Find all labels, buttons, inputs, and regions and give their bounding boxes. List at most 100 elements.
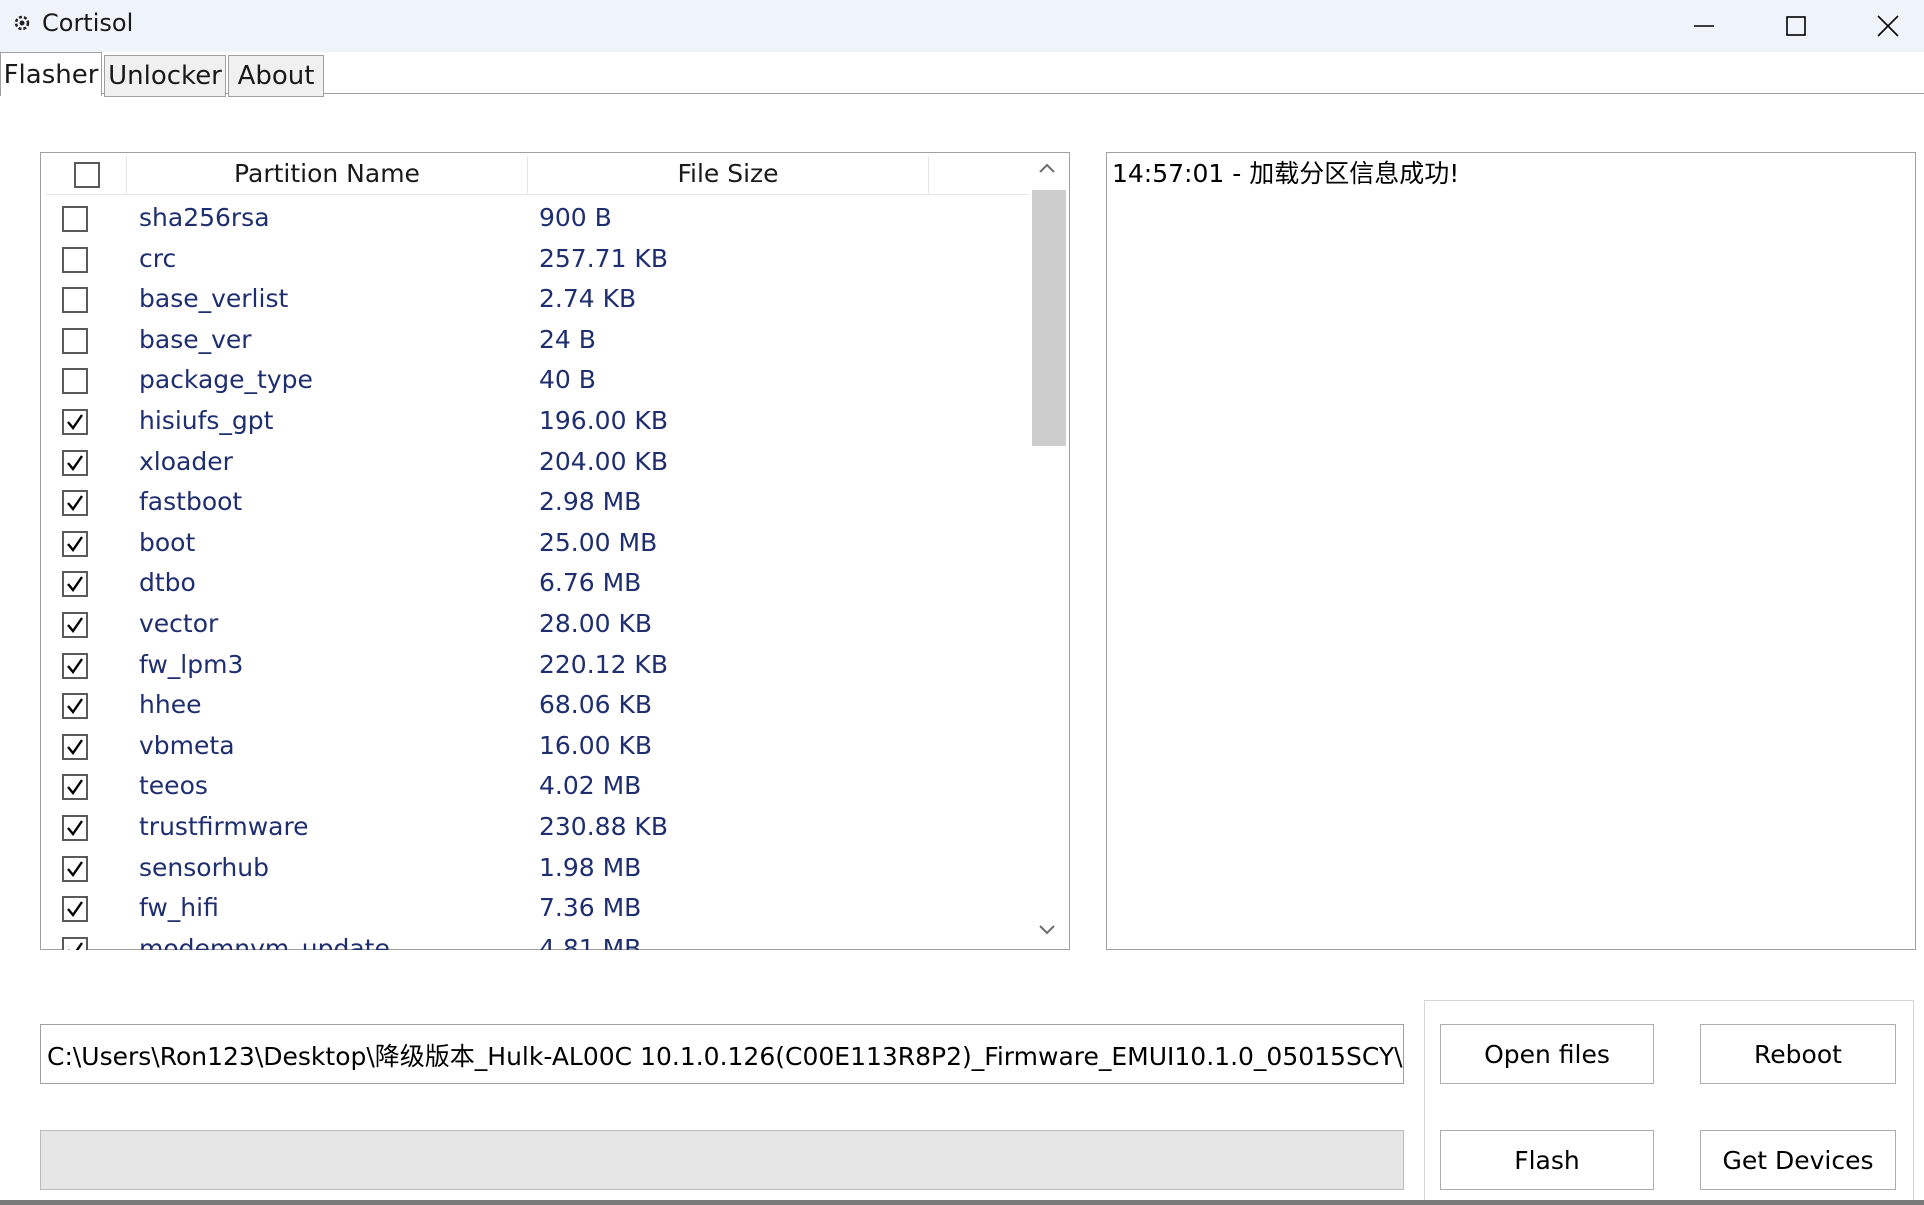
partition-name: crc [139,243,177,273]
maximize-button[interactable] [1750,0,1842,52]
checkmark-icon [67,536,83,552]
partition-row[interactable]: base_ver 24 B [40,323,1030,359]
partition-name: teeos [139,771,208,801]
partition-row[interactable]: crc 257.71 KB [40,242,1030,278]
tab-flasher[interactable]: Flasher [0,52,102,96]
chevron-up-icon[interactable] [1036,160,1058,180]
partition-checkbox[interactable] [62,936,88,950]
partition-name: vector [139,609,219,638]
partition-row[interactable]: vector 28.00 KB [40,607,1030,643]
partition-name: boot [139,527,196,557]
partition-row[interactable]: dtbo 6.76 MB [40,566,1030,602]
get-devices-button[interactable]: Get Devices [1700,1130,1896,1190]
partition-rows: sha256rsa 900 B crc 257.71 KB base_verlist 2.… [40,194,1030,950]
flash-button[interactable]: Flash [1440,1130,1654,1190]
partition-row[interactable]: hhee 68.06 KB [40,688,1030,724]
column-header-file-size[interactable]: File Size [528,152,928,194]
scrollbar-thumb[interactable] [1032,190,1066,446]
partition-checkbox[interactable] [62,774,88,801]
partition-checkbox[interactable] [62,693,88,720]
partition-name: fastboot [139,487,243,517]
partition-file-size: 900 B [539,203,612,232]
checkmark-icon [67,454,83,471]
partition-row[interactable]: fw_lpm3 220.12 KB [40,648,1030,684]
partition-name: dtbo [139,568,196,598]
column-header-partition-name[interactable]: Partition Name [127,152,527,194]
partition-row[interactable]: xloader 204.00 KB [40,445,1030,481]
checkmark-icon [67,779,83,796]
minimize-icon [1694,25,1714,27]
chevron-down-icon[interactable] [1036,922,1058,942]
partition-file-size: 2.98 MB [539,487,642,517]
checkmark-icon [67,698,83,715]
partition-row[interactable]: package_type 40 B [40,363,1030,399]
partition-checkbox[interactable] [62,327,88,354]
partition-file-size: 68.06 KB [539,690,653,720]
partition-checkbox[interactable] [62,530,88,557]
partition-checkbox[interactable] [62,449,88,476]
partition-checkbox[interactable] [62,287,88,314]
partition-name: hisiufs_gpt [139,406,274,435]
partition-file-size: 196.00 KB [539,406,668,435]
partition-checkbox[interactable] [62,733,88,760]
checkmark-icon [67,739,83,755]
maximize-icon [1786,16,1806,36]
partition-name: xloader [139,446,233,476]
partition-file-size: 2.74 KB [539,284,637,314]
open-files-button[interactable]: Open files [1440,1024,1654,1084]
partition-row[interactable]: teeos 4.02 MB [40,769,1030,805]
select-all-checkbox[interactable] [74,162,100,188]
partition-file-size: 25.00 MB [539,527,658,557]
partition-name: trustfirmware [139,812,309,841]
tab-about[interactable]: About [228,55,324,97]
partition-name: modemnvm_update [139,933,390,950]
partition-checkbox[interactable] [62,815,88,841]
partition-name: vbmeta [139,730,235,760]
partition-name: base_verlist [139,284,289,314]
partition-name: hhee [139,690,202,720]
partition-file-size: 16.00 KB [539,730,653,760]
minimize-button[interactable] [1658,0,1750,52]
partition-row[interactable]: vbmeta 16.00 KB [40,729,1030,765]
partition-row[interactable]: modemnvm_update 4.81 MB [40,932,1030,950]
partition-name: fw_hifi [139,893,219,923]
partition-checkbox[interactable] [62,855,88,882]
partition-file-size: 257.71 KB [539,243,668,273]
partition-checkbox[interactable] [62,612,88,638]
partition-file-size: 6.76 MB [539,568,642,598]
log-panel[interactable] [1106,152,1916,950]
checkmark-icon [67,901,83,918]
checkmark-icon [67,942,83,950]
partition-row[interactable]: hisiufs_gpt 196.00 KB [40,404,1030,440]
partition-checkbox[interactable] [62,246,88,273]
checkmark-icon [67,414,83,430]
partition-checkbox[interactable] [62,409,88,435]
firmware-path-field[interactable]: C:\Users\Ron123\Desktop\降级版本_Hulk-AL00C … [40,1024,1404,1084]
partition-row[interactable]: base_verlist 2.74 KB [40,282,1030,318]
checkmark-icon [67,617,83,633]
partition-row[interactable]: trustfirmware 230.88 KB [40,810,1030,846]
firmware-path-text: C:\Users\Ron123\Desktop\降级版本_Hulk-AL00C … [47,1042,1404,1071]
close-button[interactable] [1842,0,1924,52]
partition-file-size: 28.00 KB [539,609,653,638]
partition-checkbox[interactable] [62,896,88,923]
partition-row[interactable]: sensorhub 1.98 MB [40,851,1030,887]
partition-file-size: 220.12 KB [539,649,668,679]
partition-checkbox[interactable] [62,571,88,598]
partition-row[interactable]: sha256rsa 900 B [40,201,1030,237]
partition-checkbox[interactable] [62,368,88,395]
partition-checkbox[interactable] [62,206,88,232]
partition-name: fw_lpm3 [139,649,244,679]
partition-checkbox[interactable] [62,490,88,517]
partition-file-size: 40 B [539,365,596,395]
partition-row[interactable]: fastboot 2.98 MB [40,485,1030,521]
close-icon [1877,15,1899,37]
tab-unlocker[interactable]: Unlocker [104,55,226,97]
partition-row[interactable]: fw_hifi 7.36 MB [40,891,1030,927]
partition-name: package_type [139,365,313,395]
partition-name: base_ver [139,324,252,354]
header-separator [928,156,929,194]
reboot-button[interactable]: Reboot [1700,1024,1896,1084]
partition-row[interactable]: boot 25.00 MB [40,526,1030,562]
partition-checkbox[interactable] [62,652,88,679]
